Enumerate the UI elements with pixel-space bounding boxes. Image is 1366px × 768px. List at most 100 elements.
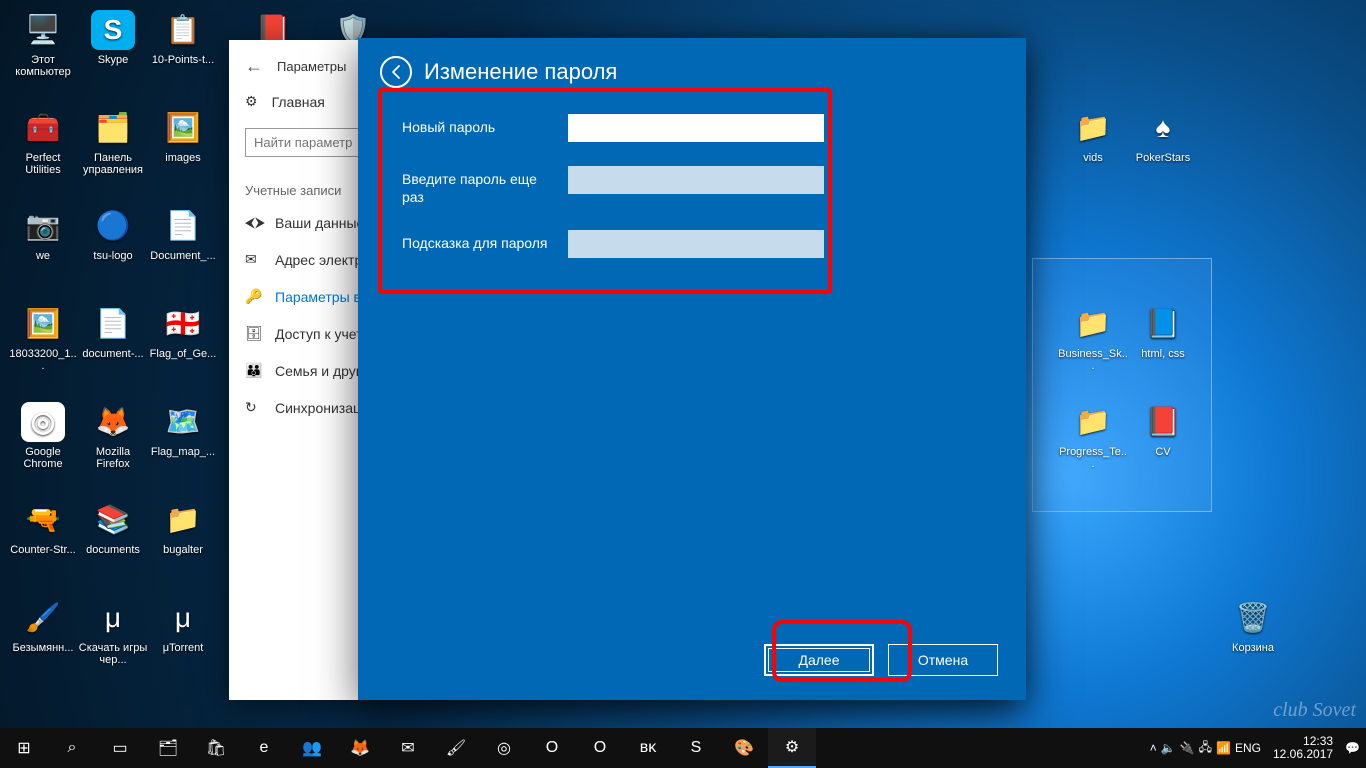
family-icon: 👪: [245, 362, 261, 379]
change-password-dialog: Изменение пароля Новый пароль Введите па…: [358, 38, 1026, 700]
confirm-password-input[interactable]: [568, 166, 824, 194]
desktop-icon-glyph: 📚: [91, 500, 135, 540]
taskbar-taskview-button[interactable]: ▭: [96, 728, 144, 768]
taskbar-firefox-button[interactable]: 🦊: [336, 728, 384, 768]
tray-network-icon[interactable]: 🖧: [1199, 738, 1212, 759]
desktop-icon[interactable]: SSkype: [78, 10, 148, 66]
desktop-icon-label: vids: [1058, 152, 1128, 164]
taskbar-clock[interactable]: 12:33 12.06.2017: [1265, 735, 1341, 761]
taskbar-people-button[interactable]: 👥: [288, 728, 336, 768]
mail-icon: ✉: [245, 251, 261, 268]
desktop-icon[interactable]: 🗑️ Корзина: [1218, 598, 1288, 654]
desktop-icon[interactable]: 📄Document_...: [148, 206, 218, 262]
desktop-icon-label: Панель управления: [78, 152, 148, 176]
desktop-icon-label: Counter-Str...: [8, 544, 78, 556]
taskbar-vk-button[interactable]: ʙᴋ: [624, 728, 672, 768]
desktop-icon-label: Корзина: [1218, 642, 1288, 654]
desktop-icon-glyph: 🔫: [21, 500, 65, 540]
desktop-icon-glyph: 🖼️: [21, 304, 65, 344]
desktop-icon-label: Business_Sk...: [1058, 348, 1128, 372]
tray-volume-icon[interactable]: 🔈: [1161, 741, 1176, 755]
dialog-back-button[interactable]: [380, 56, 412, 88]
desktop-icon[interactable]: 📄document-...: [78, 304, 148, 360]
tray-chevron-icon[interactable]: ˄: [1150, 741, 1157, 755]
taskbar-paint-button[interactable]: 🖌: [432, 728, 480, 768]
desktop-icon[interactable]: 🇬🇪Flag_of_Ge...: [148, 304, 218, 360]
desktop-icon[interactable]: 🖼️18033200_1...: [8, 304, 78, 372]
tray-power-icon[interactable]: 🔌: [1180, 741, 1195, 755]
desktop-icon-label: document-...: [78, 348, 148, 360]
desktop-icon-glyph: 🗺️: [161, 402, 205, 442]
desktop-icon-label: Google Chrome: [8, 446, 78, 470]
settings-home-label[interactable]: Главная: [272, 94, 325, 110]
desktop-icon-glyph: 🗑️: [1231, 598, 1275, 638]
desktop-icon-glyph: ♠: [1141, 108, 1185, 148]
desktop-icon-label: documents: [78, 544, 148, 556]
desktop-icon[interactable]: 📕CV: [1128, 402, 1198, 458]
desktop-icon[interactable]: 🗂️Панель управления: [78, 108, 148, 176]
taskbar-mspaint-button[interactable]: 🎨: [720, 728, 768, 768]
desktop-selection-rectangle: [1032, 258, 1212, 512]
password-hint-input[interactable]: [568, 230, 824, 258]
desktop-icon-glyph: 🖌️: [21, 598, 65, 638]
desktop-icon[interactable]: 🖥️Этот компьютер: [8, 10, 78, 78]
desktop-icon-glyph: 🖥️: [21, 10, 65, 50]
desktop-icon[interactable]: ♠ PokerStars: [1128, 108, 1198, 164]
desktop-icon[interactable]: 🧰Perfect Utilities: [8, 108, 78, 176]
password-hint-label: Подсказка для пароля: [402, 230, 552, 252]
taskbar-opera-o-button[interactable]: O: [528, 728, 576, 768]
settings-back-button[interactable]: ←: [245, 56, 263, 77]
desktop-icon-label: PokerStars: [1128, 152, 1198, 164]
desktop-icon[interactable]: 📚 documents: [78, 500, 148, 556]
desktop-icon[interactable]: μμTorrent: [148, 598, 218, 654]
desktop-icon-label: 10-Points-t...: [148, 54, 218, 66]
new-password-input[interactable]: [568, 114, 824, 142]
desktop-icon-label: bugalter: [148, 544, 218, 556]
tray-language-indicator[interactable]: ENG: [1235, 741, 1261, 755]
desktop-icon[interactable]: 📁Business_Sk...: [1058, 304, 1128, 372]
taskbar-search-button[interactable]: ⌕: [48, 728, 96, 768]
desktop-icon[interactable]: 📁Progress_Te...: [1058, 402, 1128, 470]
desktop-icon[interactable]: μСкачать игры чер...: [78, 598, 148, 666]
taskbar-skype-button[interactable]: S: [672, 728, 720, 768]
desktop-icon-label: Скачать игры чер...: [78, 642, 148, 666]
cancel-button[interactable]: Отмена: [888, 644, 998, 676]
dialog-title: Изменение пароля: [424, 59, 617, 85]
desktop-icon[interactable]: 🗺️ Flag_map_...: [148, 402, 218, 458]
new-password-label: Новый пароль: [402, 114, 552, 136]
confirm-password-label: Введите пароль еще раз: [402, 166, 552, 206]
desktop-icon-label: images: [148, 152, 218, 164]
desktop-icon-label: Progress_Te...: [1058, 446, 1128, 470]
desktop-icon[interactable]: 🖼️images: [148, 108, 218, 164]
desktop-icon[interactable]: 📋10-Points-t...: [148, 10, 218, 66]
desktop-icon-label: CV: [1128, 446, 1198, 458]
taskbar-edge-button[interactable]: e: [240, 728, 288, 768]
desktop-icon-glyph: ◎: [21, 402, 65, 442]
taskbar-store-button[interactable]: 🛍: [192, 728, 240, 768]
taskbar-mail-button[interactable]: ✉: [384, 728, 432, 768]
desktop-icon-label: Perfect Utilities: [8, 152, 78, 176]
desktop-icon-label: html, css: [1128, 348, 1198, 360]
desktop-icon[interactable]: 📷we: [8, 206, 78, 262]
desktop-icon[interactable]: ◎ Google Chrome: [8, 402, 78, 470]
desktop-icon[interactable]: 📘html, css: [1128, 304, 1198, 360]
desktop-icon[interactable]: 📁bugalter: [148, 500, 218, 556]
desktop-icon[interactable]: 🔵tsu-logo: [78, 206, 148, 262]
next-button[interactable]: Далее: [764, 644, 874, 676]
taskbar-opera-button[interactable]: O: [576, 728, 624, 768]
desktop-icon[interactable]: 📁vids: [1058, 108, 1128, 164]
action-center-icon[interactable]: 💬: [1345, 741, 1360, 755]
desktop-icon[interactable]: 🦊Mozilla Firefox: [78, 402, 148, 470]
desktop-icon[interactable]: 🔫 Counter-Str...: [8, 500, 78, 556]
tray-wifi-icon[interactable]: 📶: [1216, 741, 1231, 755]
taskbar-explorer-button[interactable]: 🗂: [144, 728, 192, 768]
desktop-icon[interactable]: 🖌️Безымянн...: [8, 598, 78, 654]
taskbar-chrome-button[interactable]: ◎: [480, 728, 528, 768]
taskbar-start-button[interactable]: ⊞: [0, 728, 48, 768]
clock-date: 12.06.2017: [1273, 748, 1333, 761]
desktop-icon-label: Flag_map_...: [148, 446, 218, 458]
desktop-icon-glyph: 🇬🇪: [161, 304, 205, 344]
desktop-icon-label: μTorrent: [148, 642, 218, 654]
taskbar-settings-button[interactable]: ⚙: [768, 728, 816, 768]
desktop-icon-glyph: 🔵: [91, 206, 135, 246]
